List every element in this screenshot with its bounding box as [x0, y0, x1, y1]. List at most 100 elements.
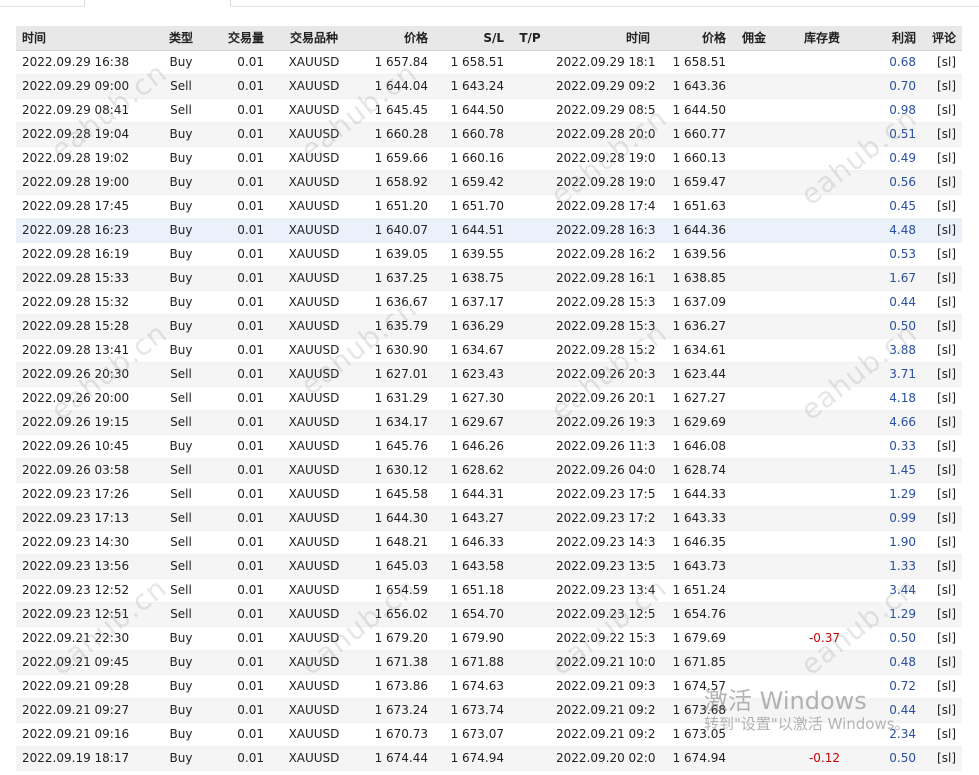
cell-sl: 1 646.26 — [434, 434, 510, 459]
table-row[interactable]: 2022.09.21 22:30 Buy 0.01 XAUUSD 1 679.20 1 6… — [16, 626, 962, 651]
cell-open-price: 1 660.28 — [358, 122, 434, 147]
col-header-swap[interactable]: 库存费 — [772, 26, 846, 51]
cell-close-time: 2022.09.29 18:13 — [550, 50, 656, 75]
cell-symbol: XAUUSD — [270, 602, 358, 627]
cell-open-price: 1 630.12 — [358, 458, 434, 483]
table-row[interactable]: 2022.09.23 17:13 Sell 0.01 XAUUSD 1 644.30 1 … — [16, 506, 962, 531]
cell-tp — [510, 578, 550, 603]
cell-symbol: XAUUSD — [270, 386, 358, 411]
cell-commission — [732, 290, 772, 315]
table-row[interactable]: 2022.09.28 13:41 Buy 0.01 XAUUSD 1 630.90 1 6… — [16, 338, 962, 363]
table-row[interactable]: 2022.09.26 20:00 Sell 0.01 XAUUSD 1 631.29 1 … — [16, 386, 962, 411]
cell-volume: 0.01 — [206, 122, 270, 147]
table-row[interactable]: 2022.09.28 19:00 Buy 0.01 XAUUSD 1 658.92 1 6… — [16, 170, 962, 195]
cell-close-price: 1 623.44 — [656, 362, 732, 387]
col-header-volume[interactable]: 交易量 — [206, 26, 270, 51]
cell-sl: 1 638.75 — [434, 266, 510, 291]
cell-close-price: 1 644.50 — [656, 98, 732, 123]
col-header-symbol[interactable]: 交易品种 — [270, 26, 358, 51]
table-row[interactable]: 2022.09.26 10:45 Buy 0.01 XAUUSD 1 645.76 1 6… — [16, 434, 962, 459]
cell-type: Buy — [156, 290, 206, 315]
table-row[interactable]: 2022.09.21 09:28 Buy 0.01 XAUUSD 1 673.86 1 6… — [16, 674, 962, 699]
table-row[interactable]: 2022.09.28 15:33 Buy 0.01 XAUUSD 1 637.25 1 6… — [16, 266, 962, 291]
cell-symbol: XAUUSD — [270, 530, 358, 555]
cell-type: Buy — [156, 146, 206, 171]
table-row[interactable]: 2022.09.26 19:15 Sell 0.01 XAUUSD 1 634.17 1 … — [16, 410, 962, 435]
cell-profit: 0.99 — [846, 506, 922, 531]
cell-symbol: XAUUSD — [270, 578, 358, 603]
table-row[interactable]: 2022.09.23 12:52 Sell 0.01 XAUUSD 1 654.59 1 … — [16, 578, 962, 603]
cell-comment: [sl] — [922, 242, 962, 267]
table-row[interactable]: 2022.09.21 09:27 Buy 0.01 XAUUSD 1 673.24 1 6… — [16, 698, 962, 723]
table-row[interactable]: 2022.09.28 16:23 Buy 0.01 XAUUSD 1 640.07 1 6… — [16, 218, 962, 243]
col-header-commission[interactable]: 佣金 — [732, 26, 772, 51]
cell-swap — [772, 410, 846, 435]
cell-volume: 0.01 — [206, 746, 270, 771]
col-header-close-price[interactable]: 价格 — [656, 26, 732, 51]
cell-symbol: XAUUSD — [270, 626, 358, 651]
table-row[interactable]: 2022.09.28 15:28 Buy 0.01 XAUUSD 1 635.79 1 6… — [16, 314, 962, 339]
col-header-type[interactable]: 类型 — [156, 26, 206, 51]
table-row[interactable]: 2022.09.23 17:26 Sell 0.01 XAUUSD 1 645.58 1 … — [16, 482, 962, 507]
cell-swap — [772, 506, 846, 531]
cell-tp — [510, 386, 550, 411]
cell-volume: 0.01 — [206, 146, 270, 171]
cell-swap — [772, 338, 846, 363]
table-row[interactable]: 2022.09.29 16:38 Buy 0.01 XAUUSD 1 657.84 1 6… — [16, 50, 962, 75]
cell-close-time: 2022.09.21 09:27 — [550, 722, 656, 747]
table-row[interactable]: 2022.09.28 16:19 Buy 0.01 XAUUSD 1 639.05 1 6… — [16, 242, 962, 267]
cell-close-price: 1 674.57 — [656, 674, 732, 699]
cell-commission — [732, 458, 772, 483]
cell-close-price: 1 674.94 — [656, 746, 732, 771]
cell-comment: [sl] — [922, 98, 962, 123]
cell-tp — [510, 674, 550, 699]
table-row[interactable]: 2022.09.21 09:16 Buy 0.01 XAUUSD 1 670.73 1 6… — [16, 722, 962, 747]
table-row[interactable]: 2022.09.28 17:45 Buy 0.01 XAUUSD 1 651.20 1 6… — [16, 194, 962, 219]
cell-sl: 1 651.70 — [434, 194, 510, 219]
table-row[interactable]: 2022.09.21 09:45 Buy 0.01 XAUUSD 1 671.38 1 6… — [16, 650, 962, 675]
table-row[interactable]: 2022.09.23 13:56 Sell 0.01 XAUUSD 1 645.03 1 … — [16, 554, 962, 579]
col-header-profit[interactable]: 利润 — [846, 26, 922, 51]
cell-sl: 1 673.07 — [434, 722, 510, 747]
cell-close-price: 1 659.47 — [656, 170, 732, 195]
col-header-comment[interactable]: 评论 — [922, 26, 962, 51]
table-row[interactable]: 2022.09.19 18:17 Buy 0.01 XAUUSD 1 674.44 1 6… — [16, 746, 962, 771]
cell-profit: 0.45 — [846, 194, 922, 219]
table-row[interactable]: 2022.09.26 20:30 Sell 0.01 XAUUSD 1 627.01 1 … — [16, 362, 962, 387]
cell-open-time: 2022.09.29 16:38 — [16, 50, 156, 75]
cell-sl: 1 658.51 — [434, 50, 510, 75]
col-header-close-time[interactable]: 时间 — [550, 26, 656, 51]
trade-history-panel: 时间 类型 交易量 交易品种 价格 S/L T/P 时间 价格 佣金 库存费 利… — [16, 26, 962, 771]
cell-volume: 0.01 — [206, 170, 270, 195]
cell-open-time: 2022.09.21 09:28 — [16, 674, 156, 699]
cell-close-time: 2022.09.20 02:04 — [550, 746, 656, 771]
cell-open-time: 2022.09.23 14:30 — [16, 530, 156, 555]
cell-open-price: 1 651.20 — [358, 194, 434, 219]
cell-swap — [772, 218, 846, 243]
cell-open-time: 2022.09.26 20:00 — [16, 386, 156, 411]
cell-commission — [732, 530, 772, 555]
cell-swap — [772, 674, 846, 699]
table-row[interactable]: 2022.09.29 09:00 Sell 0.01 XAUUSD 1 644.04 1 … — [16, 74, 962, 99]
table-row[interactable]: 2022.09.23 12:51 Sell 0.01 XAUUSD 1 656.02 1 … — [16, 602, 962, 627]
table-row[interactable]: 2022.09.26 03:58 Sell 0.01 XAUUSD 1 630.12 1 … — [16, 458, 962, 483]
col-header-open-price[interactable]: 价格 — [358, 26, 434, 51]
cell-tp — [510, 434, 550, 459]
cell-commission — [732, 602, 772, 627]
cell-volume: 0.01 — [206, 506, 270, 531]
table-row[interactable]: 2022.09.28 15:32 Buy 0.01 XAUUSD 1 636.67 1 6… — [16, 290, 962, 315]
cell-profit: 0.50 — [846, 746, 922, 771]
cell-swap: -0.12 — [772, 746, 846, 771]
table-row[interactable]: 2022.09.28 19:02 Buy 0.01 XAUUSD 1 659.66 1 6… — [16, 146, 962, 171]
col-header-tp[interactable]: T/P — [510, 26, 550, 51]
cell-commission — [732, 506, 772, 531]
table-row[interactable]: 2022.09.29 08:41 Sell 0.01 XAUUSD 1 645.45 1 … — [16, 98, 962, 123]
table-row[interactable]: 2022.09.23 14:30 Sell 0.01 XAUUSD 1 648.21 1 … — [16, 530, 962, 555]
table-row[interactable]: 2022.09.28 19:04 Buy 0.01 XAUUSD 1 660.28 1 6… — [16, 122, 962, 147]
active-tab[interactable] — [84, 0, 231, 7]
cell-tp — [510, 602, 550, 627]
cell-open-price: 1 635.79 — [358, 314, 434, 339]
col-header-open-time[interactable]: 时间 — [16, 26, 156, 51]
cell-open-price: 1 639.05 — [358, 242, 434, 267]
col-header-sl[interactable]: S/L — [434, 26, 510, 51]
